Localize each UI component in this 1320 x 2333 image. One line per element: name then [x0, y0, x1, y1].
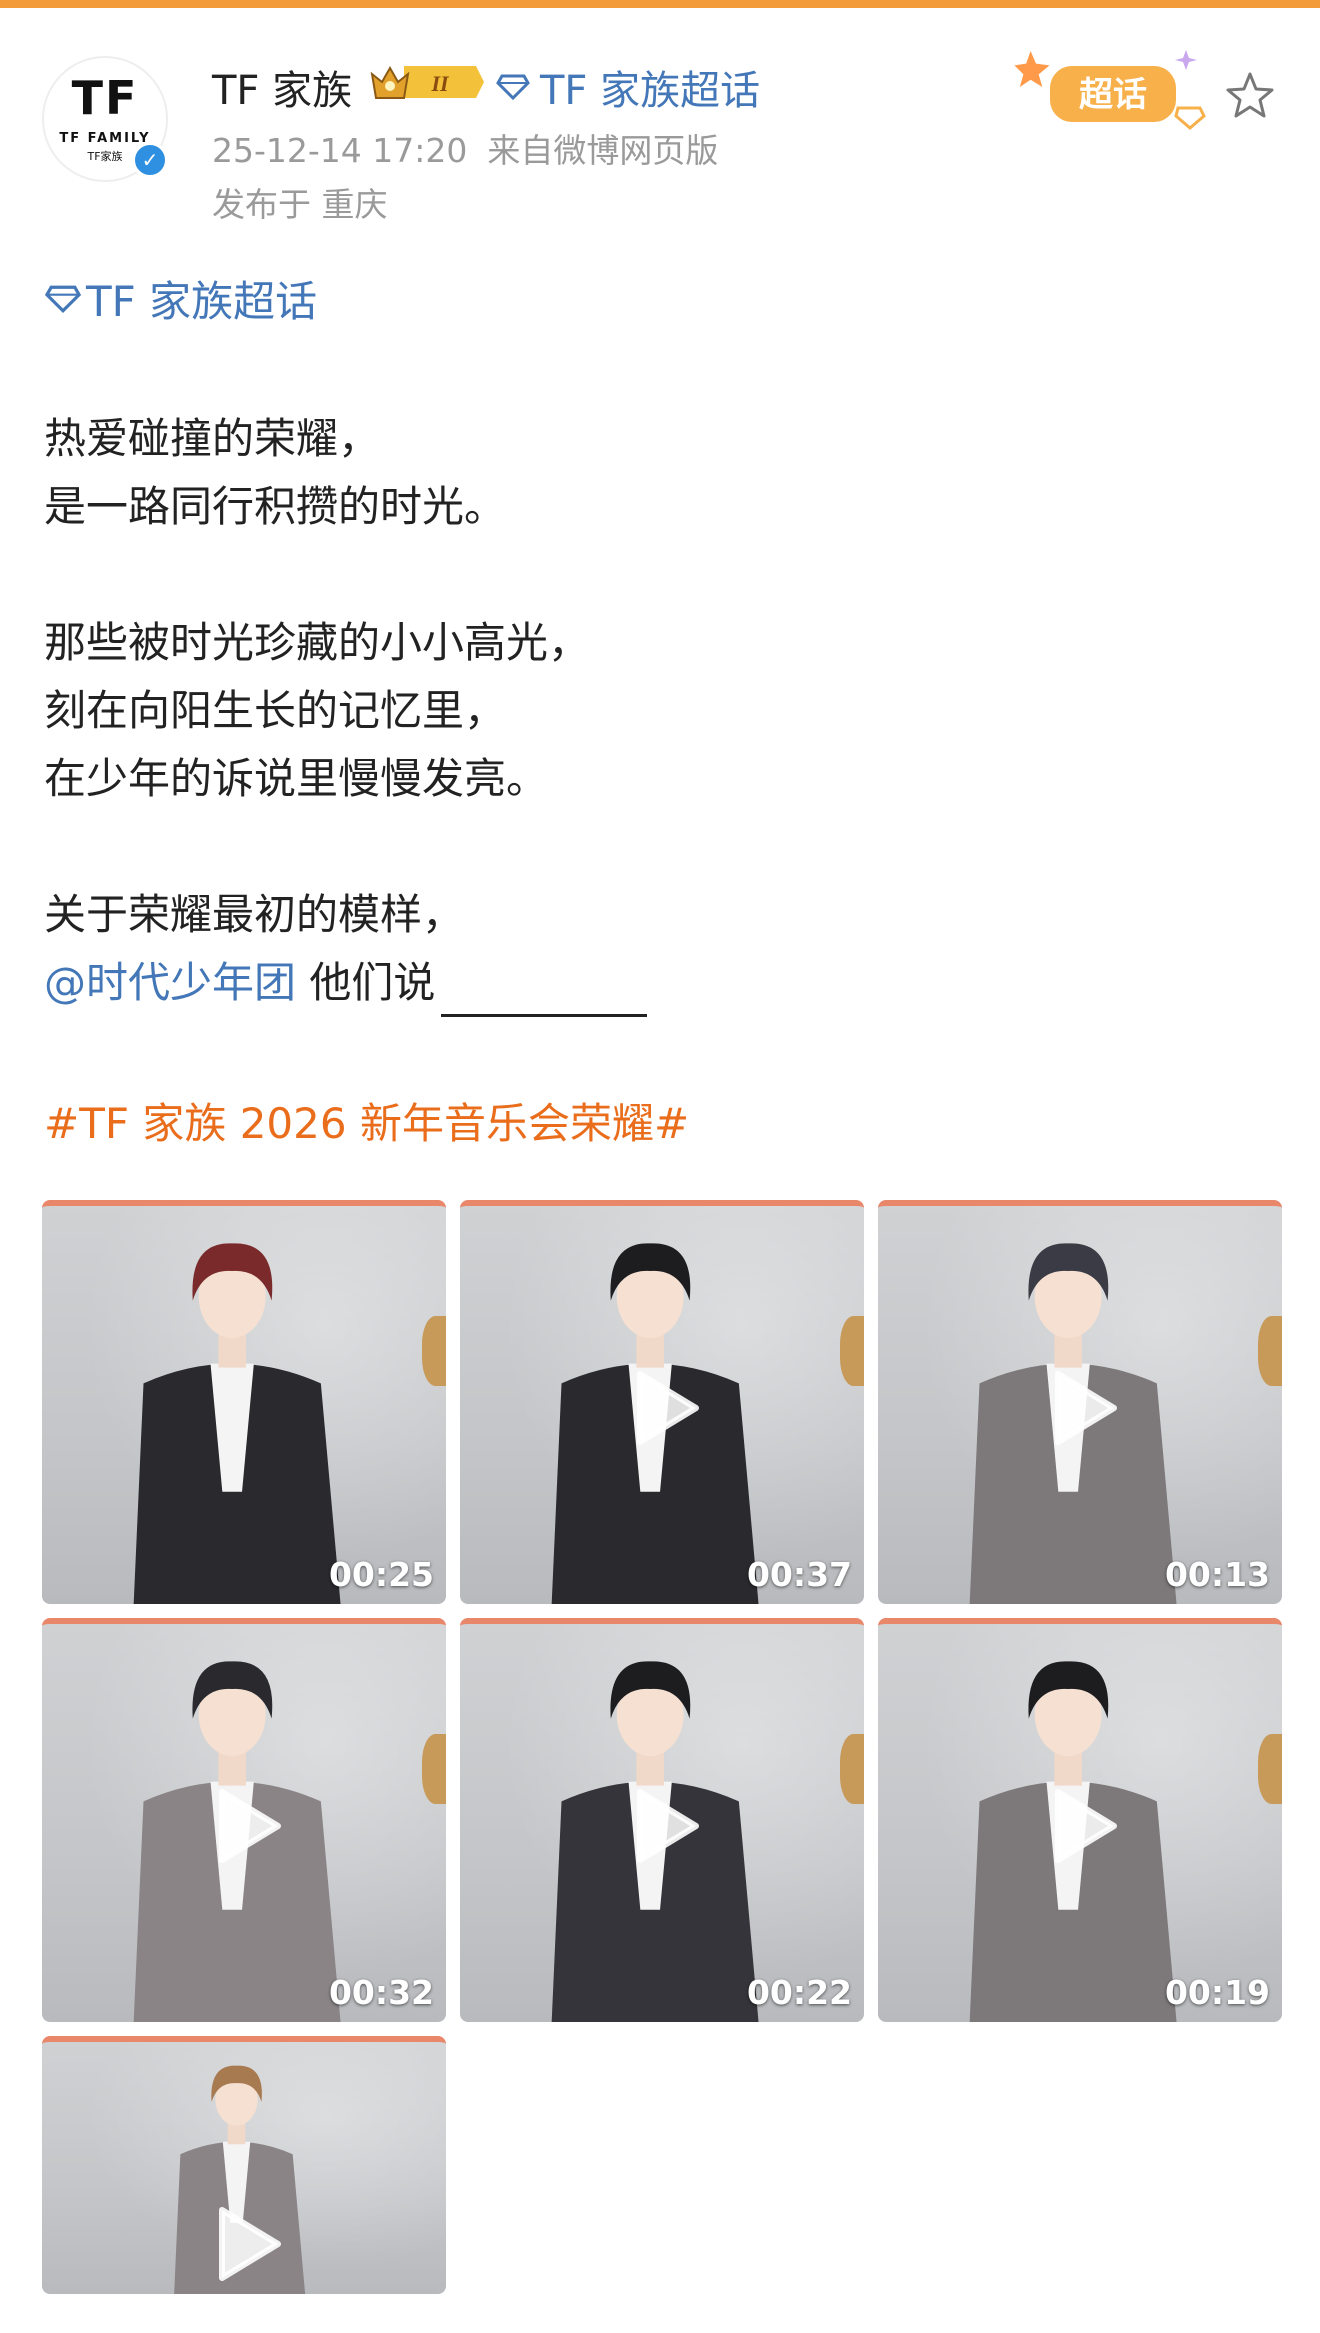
paragraph: 热爱碰撞的荣耀， 是一路同行积攒的时光。	[44, 405, 647, 541]
fill-in-blank	[441, 969, 648, 1017]
diamond-icon	[44, 285, 82, 313]
chaohua-sticker[interactable]: 超话	[1010, 40, 1210, 140]
post-source: 来自微博网页版	[487, 131, 719, 170]
topic-label: TF 家族超话	[86, 277, 318, 326]
video-duration: 00:32	[328, 1973, 434, 2012]
video-tile[interactable]: 00:22	[460, 1618, 864, 2022]
text-line: 那些被时光珍藏的小小高光，	[44, 618, 591, 667]
video-tile[interactable]: 00:37	[460, 1200, 864, 1604]
video-duration: 00:22	[746, 1973, 852, 2012]
avatar-subtitle: TF FAMILY	[59, 130, 151, 146]
avatar-subtitle-cn: TF家族	[87, 149, 123, 163]
play-icon[interactable]	[632, 1368, 702, 1448]
post-meta: 25-12-14 17:20 来自微博网页版	[212, 124, 718, 172]
play-icon[interactable]	[632, 1786, 702, 1866]
star-icon[interactable]	[1224, 70, 1276, 122]
text-line: 刻在向阳生长的记忆里，	[44, 686, 507, 735]
super-topic-label: TF 家族超话	[540, 68, 761, 114]
rank-badge-label: II	[430, 71, 450, 96]
paragraph: 关于荣耀最初的模样， @时代少年团 他们说	[44, 881, 648, 1017]
crown-icon[interactable]: II	[368, 60, 484, 104]
video-grid: 00:25 00:37 00:13 00:32 00:22 00:19	[42, 1200, 1282, 2300]
hashtag-link[interactable]: #TF 家族 2026 新年音乐会荣耀#	[44, 1090, 689, 1151]
mention-suffix: 他们说	[309, 958, 436, 1007]
text-line: 热爱碰撞的荣耀，	[44, 414, 381, 463]
play-icon[interactable]	[1050, 1786, 1120, 1866]
post-body: 热爱碰撞的荣耀， 是一路同行积攒的时光。 那些被时光珍藏的小小高光， 刻在向阳生…	[44, 405, 648, 1085]
play-icon[interactable]	[214, 2204, 284, 2284]
text-line: 关于荣耀最初的模样，	[44, 890, 465, 939]
video-duration: 00:19	[1164, 1973, 1270, 2012]
mention-link[interactable]: @时代少年团	[44, 958, 296, 1007]
verified-icon: ✓	[132, 142, 168, 178]
top-accent-bar	[0, 0, 1320, 8]
video-tile[interactable]	[42, 2036, 446, 2294]
text-line: 是一路同行积攒的时光。	[44, 482, 507, 531]
post-location: 发布于 重庆	[212, 185, 388, 224]
avatar-logo: TF	[71, 70, 139, 125]
user-name[interactable]: TF 家族	[212, 58, 352, 116]
topic-link[interactable]: TF 家族超话	[44, 268, 317, 329]
video-tile[interactable]: 00:32	[42, 1618, 446, 2022]
video-duration: 00:25	[328, 1555, 434, 1594]
play-icon[interactable]	[214, 1786, 284, 1866]
timestamp: 25-12-14 17:20	[212, 131, 468, 170]
sticker-label: 超话	[1079, 75, 1147, 115]
video-duration: 00:37	[746, 1555, 852, 1594]
video-tile[interactable]: 00:13	[878, 1200, 1282, 1604]
video-duration: 00:13	[1164, 1555, 1270, 1594]
play-icon[interactable]	[1050, 1368, 1120, 1448]
paragraph: 那些被时光珍藏的小小高光， 刻在向阳生长的记忆里， 在少年的诉说里慢慢发亮。	[44, 609, 647, 813]
mention-line: @时代少年团 他们说	[44, 949, 648, 1017]
super-topic-link[interactable]: TF 家族超话	[496, 58, 760, 116]
video-tile[interactable]: 00:25	[42, 1200, 446, 1604]
video-thumbnail-figure	[133, 1243, 341, 1604]
diamond-icon	[496, 74, 530, 101]
text-line: 在少年的诉说里慢慢发亮。	[44, 754, 549, 803]
video-tile[interactable]: 00:19	[878, 1618, 1282, 2022]
